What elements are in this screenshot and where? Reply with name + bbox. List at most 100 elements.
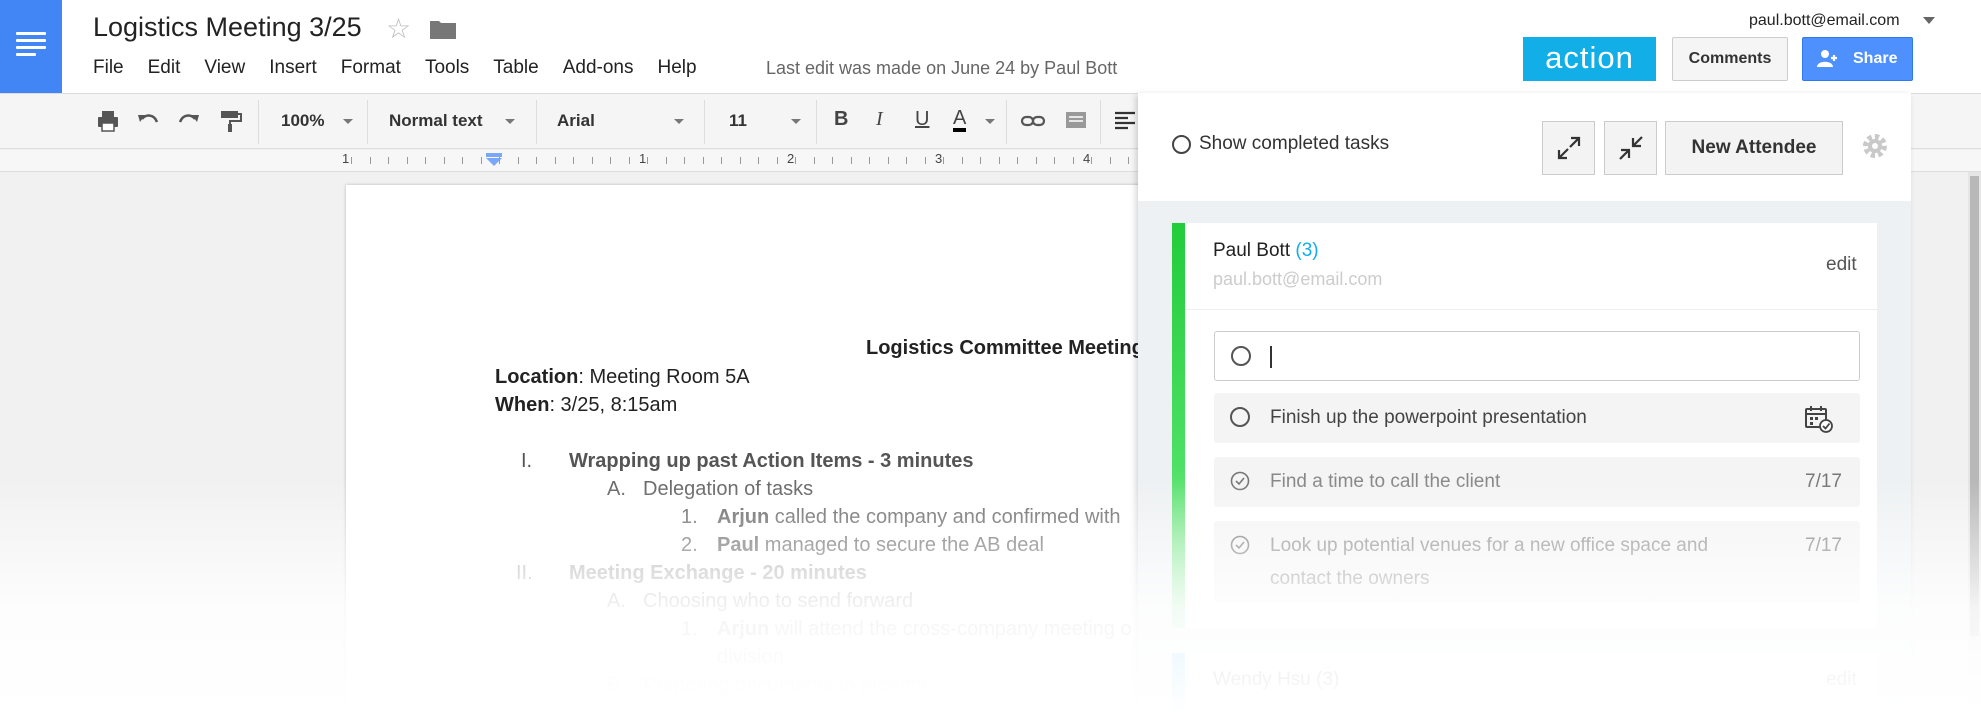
calendar-check-icon[interactable] (1804, 405, 1834, 433)
menu-insert[interactable]: Insert (269, 57, 317, 79)
attendee-edit-link[interactable]: edit (1826, 254, 1857, 276)
menu-tools[interactable]: Tools (425, 57, 469, 79)
comments-button[interactable]: Comments (1672, 37, 1788, 81)
bold-button[interactable]: B (834, 108, 848, 131)
menu-table[interactable]: Table (493, 57, 538, 79)
outline-item: Wrapping up past Action Items - 3 minute… (569, 450, 974, 472)
new-attendee-button[interactable]: New Attendee (1665, 121, 1843, 175)
ruler-tick (592, 157, 593, 164)
task-checkbox[interactable] (1230, 407, 1250, 427)
show-completed-toggle[interactable]: Show completed tasks (1172, 133, 1389, 155)
share-label: Share (1853, 50, 1898, 67)
share-button[interactable]: Share (1802, 37, 1913, 81)
menu-bar: File Edit View Insert Format Tools Table… (93, 57, 721, 79)
ruler-tick (1054, 157, 1055, 164)
font-size-select[interactable]: 11 (729, 111, 747, 131)
menu-addons[interactable]: Add-ons (563, 57, 634, 79)
menu-file[interactable]: File (93, 57, 124, 79)
account-caret-icon[interactable] (1923, 17, 1935, 24)
people-icon (1817, 50, 1837, 67)
comment-icon[interactable] (1063, 108, 1089, 134)
task-text: Finish up the powerpoint presentation (1270, 407, 1587, 428)
attendee-color-bar (1172, 653, 1185, 715)
new-task-input[interactable] (1214, 331, 1860, 381)
ruler-tick (573, 157, 574, 164)
font-select[interactable]: Arial (557, 111, 595, 131)
gear-icon[interactable] (1860, 131, 1890, 161)
expand-icon (1557, 136, 1581, 160)
radio-circle-icon[interactable] (1172, 135, 1191, 154)
attendee-card: Wendy Hsu (3) edit (1172, 653, 1877, 715)
toolbar-separator (704, 100, 705, 144)
toolbar-separator (367, 100, 368, 144)
outline-item: Paul managed to secure the AB deal (717, 534, 1044, 557)
paint-format-icon[interactable] (217, 108, 243, 134)
zoom-select[interactable]: 100% (281, 111, 324, 131)
underline-button[interactable]: U (915, 108, 929, 131)
size-caret-icon[interactable] (791, 119, 801, 124)
menu-edit[interactable]: Edit (148, 57, 181, 79)
ruler-tick (851, 157, 852, 164)
menu-help[interactable]: Help (658, 57, 697, 79)
undo-icon[interactable] (135, 108, 161, 134)
ruler-tick (832, 157, 833, 164)
text-color-caret-icon[interactable] (985, 119, 995, 124)
outline-marker: 2. (681, 534, 698, 556)
star-icon[interactable]: ☆ (386, 12, 411, 45)
print-icon[interactable] (95, 108, 121, 134)
ruler-tick (980, 157, 981, 164)
ruler-tick (370, 157, 371, 164)
doc-when-label: When (495, 394, 550, 416)
document-scrollbar[interactable] (1968, 172, 1981, 715)
font-caret-icon[interactable] (674, 119, 684, 124)
style-caret-icon[interactable] (505, 119, 515, 124)
outline-item: Arjun will attend the cross-company meet… (717, 618, 1132, 641)
outline-bold-name: Paul (717, 534, 760, 556)
toolbar-separator (1100, 100, 1101, 144)
doc-heading: Logistics Committee Meeting (866, 337, 1144, 359)
outline-item: Meeting Exchange - 20 minutes (569, 562, 867, 584)
folder-icon[interactable] (430, 19, 456, 39)
action-addon-logo[interactable]: action (1523, 37, 1656, 81)
ruler-tick (536, 157, 537, 164)
indent-marker-icon[interactable] (485, 153, 503, 167)
account-email[interactable]: paul.bott@email.com (1749, 12, 1900, 30)
redo-icon[interactable] (176, 108, 202, 134)
italic-button[interactable]: I (876, 108, 883, 131)
text-color-button[interactable]: A (953, 108, 967, 132)
document-title[interactable]: Logistics Meeting 3/25 (93, 12, 362, 43)
ruler-tick (925, 157, 926, 164)
expand-button[interactable] (1542, 121, 1595, 175)
outline-item-text: called the company and confirmed with (769, 506, 1121, 528)
ruler-tick (740, 157, 741, 164)
task-circle-icon (1231, 346, 1251, 366)
ruler-tick (407, 157, 408, 164)
attendee-edit-link[interactable]: edit (1826, 669, 1857, 691)
ruler-tick (1017, 157, 1018, 164)
app-header: Logistics Meeting 3/25 ☆ File Edit View … (0, 0, 1981, 93)
ruler-number: 1 (639, 151, 647, 166)
align-left-icon[interactable] (1112, 108, 1138, 134)
outline-item: division (717, 646, 784, 668)
ruler-tick (388, 157, 389, 164)
style-select[interactable]: Normal text (389, 111, 483, 131)
last-edit-link[interactable]: Last edit was made on June 24 by Paul Bo… (766, 58, 1117, 79)
task-item-completed[interactable]: Look up potential venues for a new offic… (1214, 521, 1860, 603)
doc-location-line: Location: Meeting Room 5A (495, 366, 750, 389)
action-sidebar-panel: Show completed tasks New Attendee Paul B… (1138, 93, 1911, 715)
collapse-button[interactable] (1604, 121, 1657, 175)
menu-format[interactable]: Format (341, 57, 401, 79)
task-due-date: 7/17 (1805, 471, 1842, 492)
zoom-caret-icon[interactable] (343, 119, 353, 124)
task-item[interactable]: Finish up the powerpoint presentation (1214, 393, 1860, 443)
completed-check-icon[interactable] (1230, 471, 1250, 491)
link-icon[interactable] (1020, 108, 1046, 134)
completed-check-icon[interactable] (1230, 535, 1250, 555)
task-item-completed[interactable]: Find a time to call the client 7/17 (1214, 457, 1860, 507)
docs-logo-icon[interactable] (0, 0, 62, 93)
attendee-name: Paul Bott (3) (1213, 240, 1319, 262)
doc-when-line: When: 3/25, 8:15am (495, 394, 677, 417)
menu-view[interactable]: View (204, 57, 245, 79)
scrollbar-thumb[interactable] (1970, 176, 1979, 636)
outline-item-text: managed to secure the AB deal (759, 534, 1044, 556)
